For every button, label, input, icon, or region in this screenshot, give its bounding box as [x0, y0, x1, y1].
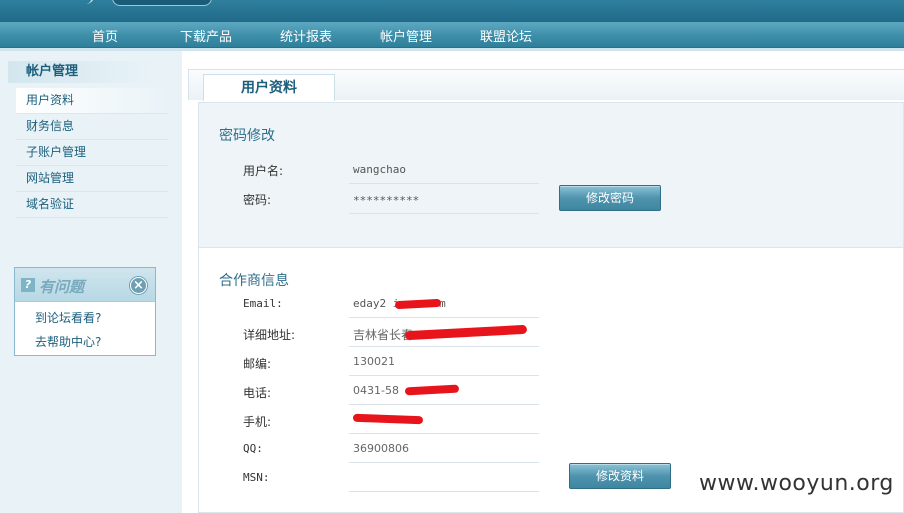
sidebar-item-domain-verify[interactable]: 域名验证	[16, 192, 168, 218]
top-header	[0, 0, 904, 22]
sidebar-item-finance[interactable]: 财务信息	[16, 114, 168, 140]
postcode-value: 130021	[349, 347, 539, 376]
watermark: www.wooyun.org	[699, 471, 894, 496]
help-box-header: ? 有问题 ×	[15, 268, 155, 302]
nav-download[interactable]: 下载产品	[180, 26, 232, 45]
tab-strip: 用户资料	[188, 69, 904, 101]
sidebar: 帐户管理 用户资料 财务信息 子账户管理 网站管理 域名验证 ? 有问题 × 到…	[0, 51, 182, 513]
help-center-link[interactable]: 去帮助中心?	[35, 333, 101, 350]
username-value: wangchao	[349, 155, 539, 184]
sidebar-item-subaccounts[interactable]: 子账户管理	[16, 140, 168, 166]
nav-forum[interactable]: 联盟论坛	[480, 26, 532, 45]
help-box-title: 有问题	[39, 278, 85, 296]
nav-home[interactable]: 首页	[92, 26, 118, 45]
partner-info-title: 合作商信息	[219, 273, 289, 289]
username-label: 用户名:	[243, 164, 284, 178]
main-nav: 首页 下载产品 统计报表 帐户管理 联盟论坛	[0, 22, 904, 48]
sidebar-item-sites[interactable]: 网站管理	[16, 166, 168, 192]
close-icon[interactable]: ×	[130, 277, 147, 294]
sidebar-title: 帐户管理	[8, 61, 156, 83]
sidebar-item-profile[interactable]: 用户资料	[16, 88, 168, 114]
logo-badge	[112, 0, 212, 6]
email-label: Email:	[243, 297, 283, 310]
main-content: 用户资料 密码修改 用户名: wangchao 密码: ********** 修…	[182, 51, 904, 513]
update-profile-button[interactable]: 修改资料	[569, 463, 671, 489]
qq-value: 36900806	[349, 434, 539, 463]
forum-help-link[interactable]: 到论坛看看?	[35, 309, 101, 326]
email-value: eday2 ina. com	[349, 289, 539, 318]
phone-label: 电话:	[243, 386, 272, 400]
nav-account[interactable]: 帐户管理	[380, 26, 432, 45]
nav-reports[interactable]: 统计报表	[280, 26, 332, 45]
password-panel-title: 密码修改	[219, 128, 275, 144]
msn-label: MSN:	[243, 471, 270, 484]
help-box: ? 有问题 × 到论坛看看? 去帮助中心?	[14, 267, 156, 356]
logo-fragment	[86, 0, 94, 4]
sidebar-menu: 用户资料 财务信息 子账户管理 网站管理 域名验证	[16, 88, 168, 218]
mobile-label: 手机:	[243, 415, 272, 429]
password-value: **********	[349, 185, 539, 214]
tab-user-profile[interactable]: 用户资料	[203, 74, 335, 101]
postcode-label: 邮编:	[243, 357, 272, 371]
change-password-button[interactable]: 修改密码	[559, 185, 661, 211]
qq-label: QQ:	[243, 442, 263, 455]
msn-value	[349, 463, 539, 492]
password-label: 密码:	[243, 193, 272, 207]
question-icon: ?	[21, 278, 35, 292]
address-label: 详细地址:	[243, 328, 296, 342]
